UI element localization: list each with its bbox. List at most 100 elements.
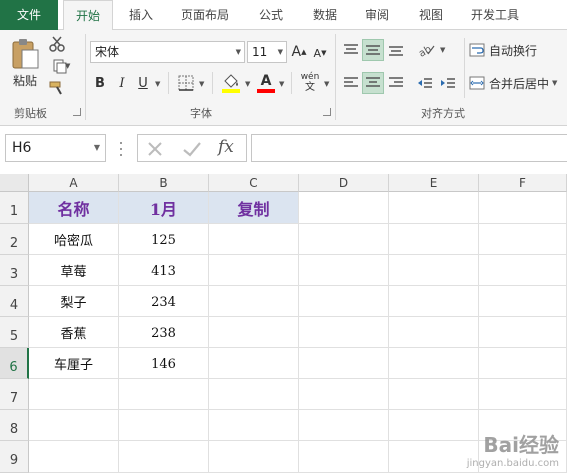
merge-center-button[interactable]: 合并后居中 ▼ xyxy=(469,73,563,93)
column-header-f[interactable]: F xyxy=(479,174,567,192)
font-color-dropdown-icon[interactable]: ▼ xyxy=(279,80,284,88)
cell[interactable] xyxy=(209,348,299,379)
cell[interactable] xyxy=(29,441,119,473)
cell-b3[interactable]: 413 xyxy=(119,255,209,286)
align-bottom-button[interactable] xyxy=(385,39,407,61)
fill-dropdown-icon[interactable]: ▼ xyxy=(245,80,250,88)
row-header-3[interactable]: 3 xyxy=(0,255,29,286)
bold-button[interactable]: B xyxy=(91,73,109,93)
row-header-1[interactable]: 1 xyxy=(0,192,29,224)
decrease-indent-button[interactable] xyxy=(414,72,436,94)
cell[interactable] xyxy=(389,410,479,441)
copy-button[interactable]: ▼ xyxy=(47,56,73,76)
cell-b1[interactable]: 1月 xyxy=(119,192,209,224)
cell[interactable] xyxy=(209,410,299,441)
cell-b5[interactable]: 238 xyxy=(119,317,209,348)
cell[interactable] xyxy=(389,379,479,410)
increase-indent-button[interactable] xyxy=(437,72,459,94)
cell[interactable] xyxy=(209,441,299,473)
cell[interactable] xyxy=(389,317,479,348)
borders-button[interactable] xyxy=(176,73,196,93)
insert-function-button[interactable]: fx xyxy=(218,137,234,157)
italic-button[interactable]: I xyxy=(113,73,131,93)
cell[interactable] xyxy=(209,317,299,348)
font-size-combo[interactable]: 11 ▼ xyxy=(247,41,287,63)
underline-button[interactable]: U xyxy=(134,73,152,93)
row-header-4[interactable]: 4 xyxy=(0,286,29,317)
cell[interactable] xyxy=(299,348,389,379)
tab-developer[interactable]: 开发工具 xyxy=(462,0,528,30)
cell[interactable] xyxy=(299,192,389,224)
cell-c1[interactable]: 复制 xyxy=(209,192,299,224)
cell[interactable] xyxy=(389,224,479,255)
align-center-button[interactable] xyxy=(362,72,384,94)
cell[interactable] xyxy=(479,255,567,286)
tab-page-layout[interactable]: 页面布局 xyxy=(172,0,238,30)
cell-a2[interactable]: 哈密瓜 xyxy=(29,224,119,255)
cell[interactable] xyxy=(389,286,479,317)
tab-view[interactable]: 视图 xyxy=(408,0,454,30)
cell-b6[interactable]: 146 xyxy=(119,348,209,379)
align-middle-button[interactable] xyxy=(362,39,384,61)
cell[interactable] xyxy=(479,286,567,317)
underline-dropdown-icon[interactable]: ▼ xyxy=(155,80,160,88)
cell[interactable] xyxy=(479,224,567,255)
name-box[interactable]: H6 ▼ xyxy=(5,134,106,162)
tab-file[interactable]: 文件 xyxy=(0,0,58,30)
cancel-icon[interactable] xyxy=(146,140,164,158)
cell-b4[interactable]: 234 xyxy=(119,286,209,317)
tab-home[interactable]: 开始 xyxy=(63,0,113,31)
cell[interactable] xyxy=(29,410,119,441)
tab-review[interactable]: 审阅 xyxy=(354,0,400,30)
formula-input[interactable] xyxy=(251,134,567,162)
row-header-5[interactable]: 5 xyxy=(0,317,29,348)
tab-data[interactable]: 数据 xyxy=(302,0,348,30)
cell-a5[interactable]: 香蕉 xyxy=(29,317,119,348)
align-top-button[interactable] xyxy=(340,39,362,61)
paste-button[interactable]: 粘贴 xyxy=(6,34,44,92)
cell[interactable] xyxy=(209,379,299,410)
orientation-button[interactable]: ab xyxy=(415,39,439,61)
cell[interactable] xyxy=(479,379,567,410)
cell[interactable] xyxy=(389,192,479,224)
cell-a4[interactable]: 梨子 xyxy=(29,286,119,317)
wrap-text-button[interactable]: 自动换行 xyxy=(469,40,541,60)
borders-dropdown-icon[interactable]: ▼ xyxy=(199,80,204,88)
cell[interactable] xyxy=(209,224,299,255)
tab-insert[interactable]: 插入 xyxy=(118,0,164,30)
column-header-d[interactable]: D xyxy=(299,174,389,192)
cell-a3[interactable]: 草莓 xyxy=(29,255,119,286)
phonetic-dropdown-icon[interactable]: ▼ xyxy=(324,80,329,88)
cell[interactable] xyxy=(479,317,567,348)
cell-b2[interactable]: 125 xyxy=(119,224,209,255)
grow-font-button[interactable]: A ▲ xyxy=(291,42,307,62)
column-header-b[interactable]: B xyxy=(119,174,209,192)
enter-check-icon[interactable] xyxy=(182,140,202,158)
font-color-button[interactable]: A xyxy=(256,71,276,95)
column-header-e[interactable]: E xyxy=(389,174,479,192)
row-header-8[interactable]: 8 xyxy=(0,410,29,441)
cell[interactable] xyxy=(299,224,389,255)
shrink-font-button[interactable]: A ▼ xyxy=(312,44,328,62)
select-all-corner[interactable] xyxy=(0,174,29,192)
font-name-combo[interactable]: 宋体 ▼ xyxy=(90,41,245,63)
cell[interactable] xyxy=(299,286,389,317)
cell[interactable] xyxy=(29,379,119,410)
orientation-dropdown-icon[interactable]: ▼ xyxy=(440,46,445,54)
grip-icon[interactable] xyxy=(120,142,123,156)
cut-button[interactable] xyxy=(47,34,67,54)
cell[interactable] xyxy=(209,286,299,317)
row-header-7[interactable]: 7 xyxy=(0,379,29,410)
cell[interactable] xyxy=(209,255,299,286)
row-header-2[interactable]: 2 xyxy=(0,224,29,255)
cell-a1[interactable]: 名称 xyxy=(29,192,119,224)
cell[interactable] xyxy=(119,410,209,441)
cell[interactable] xyxy=(389,348,479,379)
font-launcher-icon[interactable] xyxy=(323,108,331,116)
cell[interactable] xyxy=(119,441,209,473)
cell[interactable] xyxy=(299,441,389,473)
cell[interactable] xyxy=(389,255,479,286)
cell[interactable] xyxy=(299,410,389,441)
format-painter-button[interactable] xyxy=(47,78,67,98)
cell[interactable] xyxy=(299,317,389,348)
